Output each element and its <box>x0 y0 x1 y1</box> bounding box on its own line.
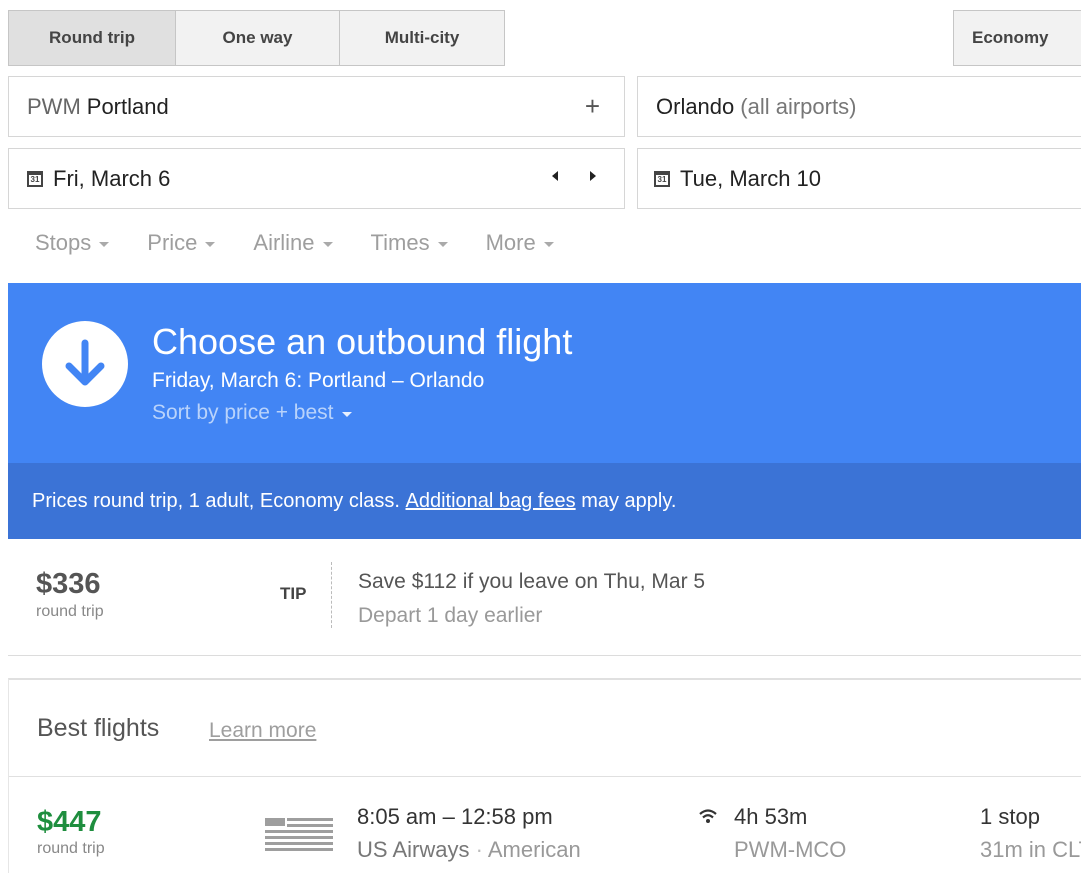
filter-airline[interactable]: Airline <box>253 230 333 256</box>
chevron-down-icon <box>99 242 110 247</box>
divider <box>9 776 1081 777</box>
page-title: Choose an outbound flight <box>152 321 573 362</box>
flight-stops: 1 stop <box>980 804 1040 829</box>
origin-code: PWM <box>27 93 81 119</box>
filter-times[interactable]: Times <box>371 230 448 256</box>
chevron-down-icon <box>322 242 333 247</box>
destination-input[interactable]: Orlando (all airports) <box>637 76 1081 137</box>
origin-city: Portland <box>86 93 169 119</box>
flight-duration: 4h 53m <box>734 804 808 829</box>
prev-date-arrow-icon[interactable] <box>552 171 558 181</box>
learn-more-link[interactable]: Learn more <box>209 719 316 743</box>
depart-date-input[interactable]: 31 Fri, March 6 <box>8 148 625 209</box>
tip-price: $336 <box>36 568 101 600</box>
best-flights-card: Best flights Learn more $447 round trip … <box>8 678 1081 873</box>
outbound-arrow-icon <box>42 321 128 407</box>
tab-one-way[interactable]: One way <box>175 10 340 66</box>
tip-price-sub: round trip <box>36 603 104 620</box>
flight-layover: 31m in CLT <box>980 837 1081 862</box>
calendar-icon: 31 <box>654 170 670 187</box>
route-subtitle: Friday, March 6: Portland – Orlando <box>152 369 485 392</box>
tip-detail: Depart 1 day earlier <box>358 604 543 627</box>
best-flights-title: Best flights <box>37 714 160 742</box>
tip-message: Save $112 if you leave on Thu, Mar 5 <box>358 570 706 593</box>
tab-round-trip[interactable]: Round trip <box>8 10 176 66</box>
tab-multi-city[interactable]: Multi-city <box>339 10 505 66</box>
filter-price[interactable]: Price <box>147 230 216 256</box>
trip-type-tabs: Round trip One way Multi-city <box>8 10 505 66</box>
tip-card[interactable]: $336 round trip TIP Save $112 if you lea… <box>8 540 1081 656</box>
next-date-arrow-icon[interactable] <box>590 171 596 181</box>
origin-input[interactable]: PWM Portland + <box>8 76 625 137</box>
return-date: Tue, March 10 <box>680 165 822 191</box>
outbound-header: Choose an outbound flight Friday, March … <box>8 283 1081 463</box>
chevron-down-icon <box>341 412 352 417</box>
pricing-notice: Prices round trip, 1 adult, Economy clas… <box>8 463 1081 539</box>
chevron-down-icon <box>205 242 216 247</box>
add-origin-plus-icon[interactable]: + <box>585 91 600 122</box>
destination-qualifier: (all airports) <box>740 93 857 119</box>
filter-bar: Stops Price Airline Times More <box>35 230 592 256</box>
airline-logo-icon <box>265 818 333 851</box>
date-stepper <box>552 171 596 181</box>
cabin-class-select[interactable]: Economy <box>953 10 1081 66</box>
calendar-icon: 31 <box>27 170 43 187</box>
return-date-input[interactable]: 31 Tue, March 10 <box>637 148 1081 209</box>
flight-times: 8:05 am – 12:58 pm <box>357 804 553 829</box>
filter-more[interactable]: More <box>486 230 554 256</box>
tip-divider <box>331 562 332 628</box>
flight-price: $447 <box>37 806 102 838</box>
sort-dropdown[interactable]: Sort by price + best <box>152 401 352 425</box>
flight-route: PWM-MCO <box>734 837 847 862</box>
chevron-down-icon <box>437 242 448 247</box>
bag-fees-link[interactable]: Additional bag fees <box>406 490 576 513</box>
depart-date: Fri, March 6 <box>53 165 171 191</box>
flight-price-sub: round trip <box>37 840 105 857</box>
filter-stops[interactable]: Stops <box>35 230 110 256</box>
tip-label: TIP <box>280 584 307 603</box>
destination-city: Orlando <box>656 93 735 119</box>
flight-airline: US Airways · American <box>357 837 581 862</box>
chevron-down-icon <box>543 242 554 247</box>
wifi-icon <box>699 809 717 823</box>
